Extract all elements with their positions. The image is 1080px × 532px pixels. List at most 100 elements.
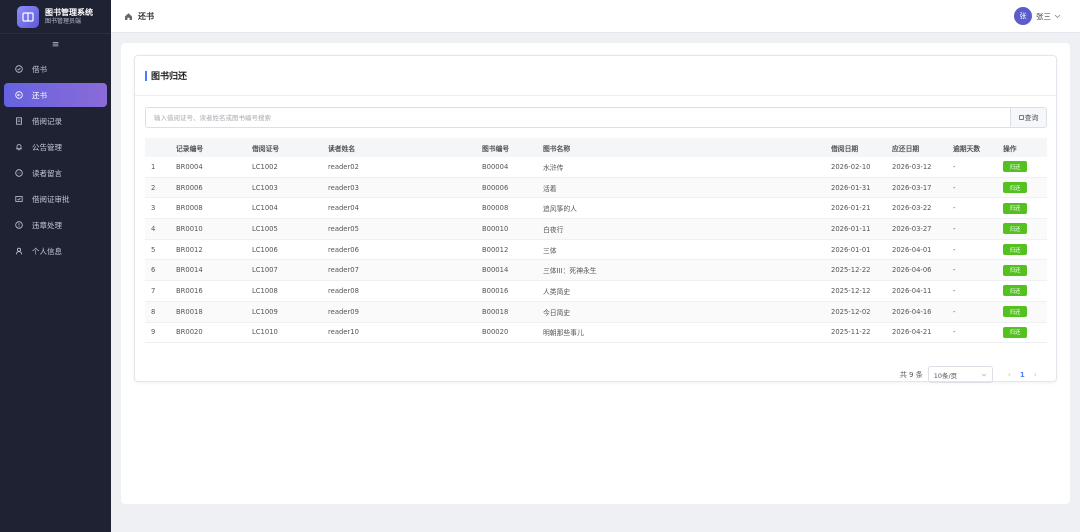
- table-row: 8 BR0018 LC1009 reader09 B00018 今日简史 2025-12-0…: [145, 301, 1047, 323]
- table-cell: 2026-03-22: [892, 204, 932, 213]
- avatar[interactable]: 张: [1014, 7, 1032, 25]
- chevron-down-icon[interactable]: [1054, 14, 1061, 19]
- action-cell: 归还: [1003, 202, 1047, 214]
- check-circle-icon: [15, 65, 23, 73]
- search-button[interactable]: 查询: [1010, 107, 1047, 128]
- table-cell: B00016: [482, 286, 509, 295]
- table-cell: B00018: [482, 307, 509, 316]
- brand: 图书管理系统 图书管理员端: [0, 0, 111, 34]
- return-table: 记录编号 借阅证号 读者姓名 图书编号 图书名称 借阅日期 应还日期 逾期天数 …: [145, 138, 1047, 344]
- card-check-icon: [15, 195, 23, 203]
- table-cell: BR0014: [176, 266, 203, 275]
- sidebar-item-label: 借书: [32, 64, 47, 74]
- table-cell: BR0018: [176, 307, 203, 316]
- menu-collapse-icon[interactable]: ≡: [0, 34, 111, 56]
- table-cell: 2026-02-10: [831, 162, 871, 171]
- action-cell: 归还: [1003, 182, 1047, 194]
- table-cell: 6: [151, 266, 156, 275]
- table-cell: B00006: [482, 183, 509, 192]
- table-row: 2 BR0006 LC1003 reader03 B00006 活着 2026-01-31 2…: [145, 177, 1047, 199]
- sidebar-item-borrow-records[interactable]: 借阅记录: [4, 109, 107, 133]
- column-header: 逾期天数: [953, 144, 981, 153]
- return-button[interactable]: 归还: [1003, 244, 1027, 256]
- sidebar-item-return[interactable]: 还书: [4, 83, 107, 107]
- table-cell: -: [953, 183, 956, 192]
- search-row: 查询: [145, 107, 1047, 128]
- sidebar-item-borrow[interactable]: 借书: [4, 57, 107, 81]
- sidebar: 图书管理系统 图书管理员端 ≡ 借书 还书 借阅记录 公告管理 读者留言 借阅证…: [0, 0, 111, 532]
- table-cell: LC1005: [252, 224, 278, 233]
- search-input[interactable]: [145, 107, 1010, 128]
- action-cell: 归还: [1003, 223, 1047, 235]
- table-cell: 2026-04-16: [892, 307, 932, 316]
- table-cell: -: [953, 245, 956, 254]
- return-button[interactable]: 归还: [1003, 161, 1027, 173]
- sidebar-item-label: 借阅记录: [32, 116, 62, 126]
- page-title: 还书: [138, 11, 154, 21]
- table-row: 4 BR0010 LC1005 reader05 B00010 白夜行 2026-01-11…: [145, 219, 1047, 240]
- table-cell: 2025-12-02: [831, 307, 871, 316]
- search-button-label: 查询: [1024, 113, 1039, 122]
- return-button[interactable]: 归还: [1003, 182, 1027, 194]
- table-cell: -: [953, 224, 956, 233]
- table-cell: reader08: [328, 286, 359, 295]
- table-cell: 3: [151, 204, 156, 213]
- table-cell: 2025-12-22: [831, 266, 871, 275]
- table-cell: 4: [151, 224, 156, 233]
- sidebar-item-violations[interactable]: 违章处理: [4, 213, 107, 237]
- action-cell: 归还: [1003, 326, 1047, 338]
- bell-icon: [15, 143, 23, 151]
- table-cell: reader06: [328, 245, 359, 254]
- table-cell: 9: [151, 328, 156, 337]
- sidebar-item-announcements[interactable]: 公告管理: [4, 135, 107, 159]
- sidebar-item-reader-messages[interactable]: 读者留言: [4, 161, 107, 185]
- return-button[interactable]: 归还: [1003, 264, 1027, 276]
- prev-page-icon[interactable]: ‹: [1008, 370, 1011, 379]
- sidebar-item-label: 读者留言: [32, 168, 62, 178]
- user-menu[interactable]: 张 张三: [1014, 7, 1061, 25]
- table-cell: B00004: [482, 162, 509, 171]
- home-icon[interactable]: [124, 12, 133, 21]
- table-cell: BR0020: [176, 328, 203, 337]
- table-cell: 2: [151, 183, 156, 192]
- next-page-icon[interactable]: ›: [1034, 370, 1037, 379]
- table-cell: -: [953, 162, 956, 171]
- pagination: 共 9 条 10条/页 ‹ 1 ›: [900, 366, 1042, 383]
- user-name[interactable]: 张三: [1036, 11, 1051, 22]
- action-cell: 归还: [1003, 306, 1047, 318]
- column-header: 借阅证号: [252, 144, 280, 153]
- return-circle-icon: [15, 91, 23, 99]
- sidebar-item-label: 借阅证审批: [32, 194, 70, 204]
- action-cell: 归还: [1003, 264, 1047, 276]
- table-cell: B00010: [482, 224, 509, 233]
- page-size-select[interactable]: 10条/页: [927, 366, 993, 383]
- table-cell: 5: [151, 245, 156, 254]
- return-button[interactable]: 归还: [1003, 326, 1027, 338]
- table-cell: 8: [151, 307, 156, 316]
- page-number-current[interactable]: 1: [1020, 371, 1025, 379]
- return-card: 图书归还 查询 记录编号 借阅证号 读者姓名 图书编号 图书名称 借阅日期 应还…: [134, 55, 1057, 383]
- table-row: 6 BR0014 LC1007 reader07 B00014 三体III：死神永生 202…: [145, 260, 1047, 282]
- return-button[interactable]: 归还: [1003, 202, 1027, 214]
- return-button[interactable]: 归还: [1003, 306, 1027, 318]
- table-cell: reader10: [328, 328, 359, 337]
- return-button[interactable]: 归还: [1003, 223, 1027, 235]
- table-cell: LC1002: [252, 162, 278, 171]
- card-title: 图书归还: [151, 72, 188, 82]
- return-button[interactable]: 归还: [1003, 285, 1027, 297]
- table-row: 9 BR0020 LC1010 reader10 B00020 明朝那些事儿 2025-11…: [145, 323, 1047, 344]
- column-header: 操作: [1003, 144, 1017, 153]
- table-cell: 2026-03-17: [892, 183, 932, 192]
- table-cell: BR0010: [176, 224, 203, 233]
- table-row: 3 BR0008 LC1004 reader04 B00008 追风筝的人 2026-01-…: [145, 198, 1047, 220]
- sidebar-item-profile[interactable]: 个人信息: [4, 239, 107, 263]
- table-cell: reader09: [328, 307, 359, 316]
- table-cell: -: [953, 286, 956, 295]
- sidebar-item-card-approval[interactable]: 借阅证审批: [4, 187, 107, 211]
- table-cell: BR0012: [176, 245, 203, 254]
- table-cell: BR0008: [176, 204, 203, 213]
- table-cell: 2026-04-11: [892, 286, 932, 295]
- action-cell: 归还: [1003, 244, 1047, 256]
- card-header: 图书归还: [135, 56, 1056, 96]
- table-cell: reader04: [328, 204, 359, 213]
